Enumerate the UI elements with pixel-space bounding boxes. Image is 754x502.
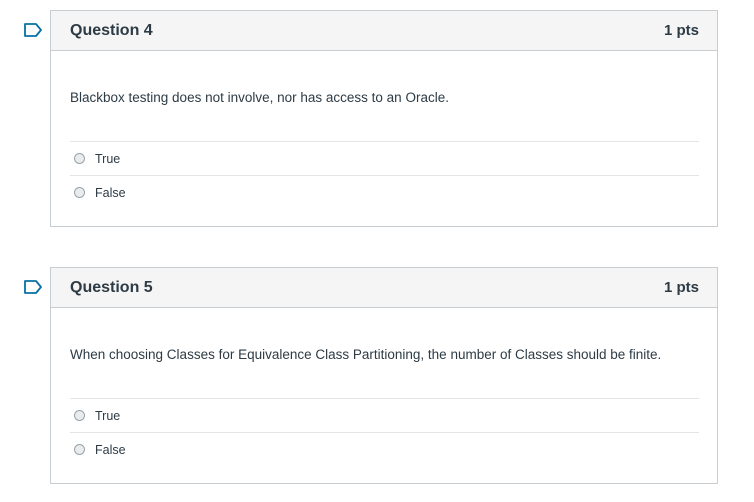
flag-question-icon[interactable] [24, 280, 42, 294]
answer-false[interactable]: False [70, 176, 699, 209]
question-title: Question 4 [70, 21, 153, 39]
question-points: 1 pts [663, 22, 699, 39]
question-header: Question 4 1 pts [51, 11, 717, 51]
radio-button-icon[interactable] [74, 187, 85, 198]
question-text: Blackbox testing does not involve, nor h… [70, 90, 449, 105]
answer-label: True [95, 151, 121, 166]
answer-label: False [95, 442, 126, 457]
radio-button-icon[interactable] [74, 410, 85, 421]
answer-true[interactable]: True [70, 399, 699, 433]
flag-question-icon[interactable] [24, 23, 42, 37]
question-points: 1 pts [663, 279, 699, 296]
question-body: When choosing Classes for Equivalence Cl… [51, 308, 717, 466]
answer-true[interactable]: True [70, 142, 699, 176]
question-header: Question 5 1 pts [51, 268, 717, 308]
radio-button-icon[interactable] [74, 153, 85, 164]
question-card: Question 4 1 pts Blackbox testing does n… [50, 10, 718, 227]
radio-button-icon[interactable] [74, 444, 85, 455]
question-card: Question 5 1 pts When choosing Classes f… [50, 267, 718, 484]
answer-label: True [95, 408, 121, 423]
answer-list: True False [70, 398, 699, 466]
question-title: Question 5 [70, 278, 153, 296]
answer-label: False [95, 185, 126, 200]
question-text: When choosing Classes for Equivalence Cl… [70, 347, 662, 362]
question-body: Blackbox testing does not involve, nor h… [51, 51, 717, 209]
answer-false[interactable]: False [70, 433, 699, 466]
answer-list: True False [70, 141, 699, 209]
